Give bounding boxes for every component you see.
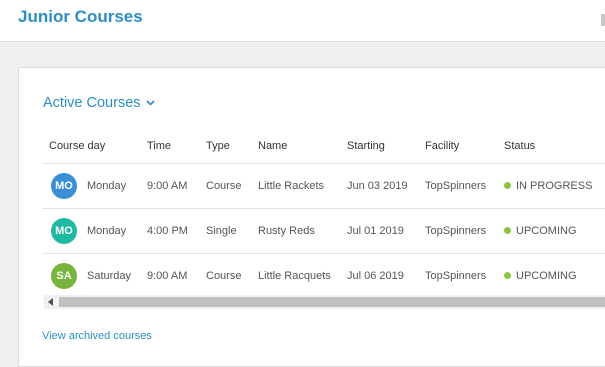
course-day: Monday (87, 179, 127, 192)
course-facility: TopSpinners (418, 253, 497, 299)
column-header-name[interactable]: Name (251, 130, 340, 164)
table-header-row: Course day Time Type Name Starting Facil… (42, 130, 605, 164)
view-archived-courses-link[interactable]: View archived courses (42, 330, 152, 342)
course-name: Little Rackets (251, 163, 340, 209)
status-text: UPCOMING (516, 224, 577, 237)
active-courses-card: Active Courses Course day Time Type Name… (18, 67, 605, 367)
status-text: UPCOMING (516, 269, 577, 282)
status-badge: UPCOMING (504, 270, 605, 282)
active-courses-dropdown[interactable]: Active Courses (43, 95, 155, 111)
course-type: Course (199, 163, 251, 209)
status-badge: UPCOMING (504, 225, 605, 237)
column-header-time[interactable]: Time (140, 130, 199, 164)
status-text: IN PROGRESS (516, 179, 593, 192)
avatar: MO (51, 217, 77, 244)
avatar: SA (51, 262, 77, 289)
course-time: 4:00 PM (140, 208, 199, 254)
course-starting: Jul 06 2019 (340, 253, 418, 299)
status-dot-icon (504, 227, 511, 234)
horizontal-scrollbar[interactable] (44, 295, 605, 309)
course-facility: TopSpinners (418, 208, 497, 254)
course-facility: TopSpinners (418, 163, 497, 209)
column-header-starting[interactable]: Starting (340, 130, 418, 164)
course-time: 9:00 AM (140, 253, 199, 299)
course-type: Course (199, 253, 251, 299)
column-header-status[interactable]: Status (497, 130, 605, 164)
column-header-type[interactable]: Type (199, 130, 251, 164)
header-edge-control[interactable] (601, 14, 605, 26)
course-starting: Jul 01 2019 (340, 208, 418, 254)
course-type: Single (199, 208, 251, 254)
avatar: MO (51, 172, 77, 199)
table-row[interactable]: MO Monday 4:00 PM Single Rusty Reds Jul … (42, 208, 605, 254)
courses-table: Course day Time Type Name Starting Facil… (42, 130, 605, 299)
course-day: Saturday (87, 269, 132, 282)
page-title: Junior Courses (18, 7, 143, 26)
course-name: Rusty Reds (251, 208, 340, 254)
scrollbar-thumb[interactable] (59, 297, 605, 307)
course-day: Monday (87, 224, 127, 237)
column-header-facility[interactable]: Facility (418, 130, 497, 164)
status-dot-icon (504, 272, 511, 279)
chevron-down-icon (145, 100, 155, 106)
course-name: Little Racquets (251, 253, 340, 299)
section-title: Active Courses (43, 95, 141, 111)
status-dot-icon (504, 182, 511, 189)
app-header: Junior Courses (0, 0, 605, 42)
column-header-course-day[interactable]: Course day (42, 130, 140, 164)
table-row[interactable]: SA Saturday 9:00 AM Course Little Racque… (42, 253, 605, 299)
status-badge: IN PROGRESS (504, 180, 605, 192)
table-row[interactable]: MO Monday 9:00 AM Course Little Rackets … (42, 163, 605, 209)
scroll-left-arrow-icon[interactable] (44, 295, 58, 309)
course-time: 9:00 AM (140, 163, 199, 209)
course-starting: Jun 03 2019 (340, 163, 418, 209)
